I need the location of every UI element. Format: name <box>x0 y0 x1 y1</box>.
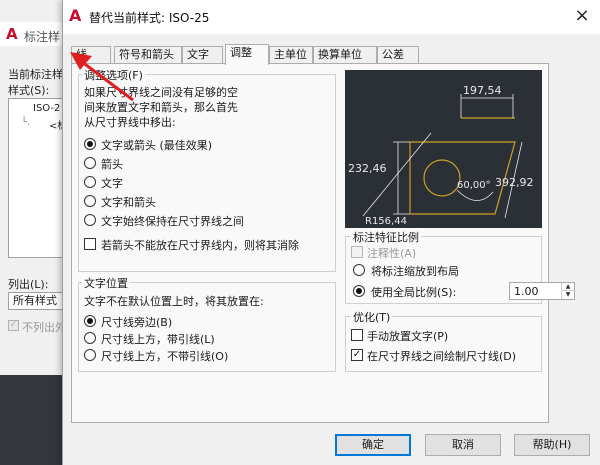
radio-arrows-label: 箭头 <box>101 158 123 171</box>
text-placement-description: 文字不在默认位置上时，将其放置在: <box>84 295 264 308</box>
help-button[interactable]: 帮助(H) <box>514 434 590 456</box>
fit-description-line: 从尺寸界线中移出: <box>84 116 176 129</box>
tab-primary-units[interactable]: 主单位 <box>269 46 313 64</box>
preview-dim-right: 392,92 <box>495 176 534 189</box>
draw-dim-line-label: 在尺寸界线之间绘制尺寸线(D) <box>367 350 517 363</box>
ok-button[interactable]: 确定 <box>335 434 411 456</box>
cancel-button[interactable]: 取消 <box>425 434 501 456</box>
preview-dim-top: 197,54 <box>463 84 502 97</box>
scale-title: 标注特征比例 <box>351 229 421 245</box>
radio-over-without-leader-label: 尺寸线上方，不带引线(O) <box>101 350 229 363</box>
radio-beside-dim-line[interactable] <box>84 315 96 327</box>
overall-scale-spinner[interactable]: 1.00 ▲ ▼ <box>509 282 575 300</box>
radio-keep-text-between-label: 文字始终保持在尺寸界线之间 <box>101 215 244 228</box>
fit-description-line: 如果尺寸界线之间没有足够的空 <box>84 86 238 99</box>
dialog-titlebar: A 替代当前样式: ISO-25 × <box>63 0 600 34</box>
tree-connector: └. <box>21 117 31 128</box>
radio-over-without-leader[interactable] <box>84 349 96 361</box>
text-placement-title: 文字位置 <box>82 275 130 291</box>
radio-text-and-arrows-label: 文字和箭头 <box>101 196 156 209</box>
radio-use-overall-scale[interactable] <box>353 285 365 297</box>
annotative-checkbox[interactable] <box>351 246 363 258</box>
suppress-arrows-label: 若箭头不能放在尺寸界线内，则将其消除 <box>101 239 299 252</box>
exclude-checkbox-label: 不列出外 <box>22 321 66 334</box>
list-item[interactable]: ISO-2 <box>33 103 60 114</box>
manual-placement-label: 手动放置文字(P) <box>367 330 449 343</box>
radio-scale-to-layout[interactable] <box>353 264 365 276</box>
suppress-arrows-checkbox[interactable] <box>84 238 96 250</box>
radio-text-or-arrows-label: 文字或箭头 (最佳效果) <box>101 139 213 152</box>
radio-over-with-leader[interactable] <box>84 332 96 344</box>
fit-tab-panel: 调整选项(F) 如果尺寸界线之间没有足够的空 间来放置文字和箭头，那么首先 从尺… <box>71 63 549 423</box>
fine-tuning-title: 优化(T) <box>351 309 393 325</box>
tab-text[interactable]: 文字 <box>182 46 223 64</box>
tab-fit[interactable]: 调整 <box>225 44 269 65</box>
list-select[interactable]: 所有样式 <box>8 292 70 310</box>
styles-list[interactable]: ISO-2 └. <标 <box>8 98 70 258</box>
current-style-label: 当前标注样 <box>8 68 63 81</box>
exclude-checkbox[interactable]: ✓ <box>8 320 19 331</box>
radio-beside-dim-line-label: 尺寸线旁边(B) <box>101 316 173 329</box>
radio-arrows[interactable] <box>84 157 96 169</box>
radio-over-with-leader-label: 尺寸线上方，带引线(L) <box>101 333 215 346</box>
tab-tolerances[interactable]: 公差 <box>377 46 419 64</box>
radio-text-label: 文字 <box>101 177 123 190</box>
part-hole <box>423 159 461 197</box>
dimension-preview: 197,54 232,46 392,92 60,00° R156,44 <box>345 70 542 228</box>
dialog-title: 替代当前样式: ISO-25 <box>89 11 210 25</box>
draw-dim-line-checkbox[interactable]: ✓ <box>351 349 363 361</box>
fit-options-title: 调整选项(F) <box>82 67 145 83</box>
override-style-dialog: A 替代当前样式: ISO-25 × 线 符号和箭头 文字 调整 主单位 换算单… <box>62 0 600 465</box>
radio-use-overall-scale-label: 使用全局比例(S): <box>371 286 457 299</box>
tab-symbols-arrows[interactable]: 符号和箭头 <box>114 46 182 64</box>
background-canvas <box>0 375 70 465</box>
autocad-logo-icon: A <box>69 6 82 25</box>
autocad-logo-icon: A <box>6 25 18 43</box>
close-button[interactable]: × <box>571 6 593 28</box>
radio-text-and-arrows[interactable] <box>84 195 96 207</box>
radio-text-or-arrows[interactable] <box>84 138 96 150</box>
spin-up-icon[interactable]: ▲ <box>561 283 574 291</box>
annotative-label: 注释性(A) <box>367 247 417 260</box>
manual-placement-checkbox[interactable] <box>351 329 363 341</box>
styles-label: 样式(S): <box>8 84 50 97</box>
preview-dim-angle: 60,00° <box>457 180 491 191</box>
list-label: 列出(L): <box>8 278 49 291</box>
radio-text[interactable] <box>84 176 96 188</box>
radio-scale-to-layout-label: 将标注缩放到布局 <box>371 265 459 278</box>
preview-dim-left: 232,46 <box>348 162 387 175</box>
background-window-title: 标注样 <box>24 30 61 44</box>
spin-down-icon[interactable]: ▼ <box>561 291 574 299</box>
tab-alternate-units[interactable]: 换算单位 <box>313 46 377 64</box>
fit-description-line: 间来放置文字和箭头，那么首先 <box>84 101 238 114</box>
overall-scale-value[interactable]: 1.00 <box>514 285 539 298</box>
tab-lines[interactable]: 线 <box>71 46 111 64</box>
preview-dim-radius: R156,44 <box>365 216 407 227</box>
radio-keep-text-between[interactable] <box>84 214 96 226</box>
preview-drawing: 197,54 232,46 392,92 60,00° R156,44 <box>348 84 534 227</box>
